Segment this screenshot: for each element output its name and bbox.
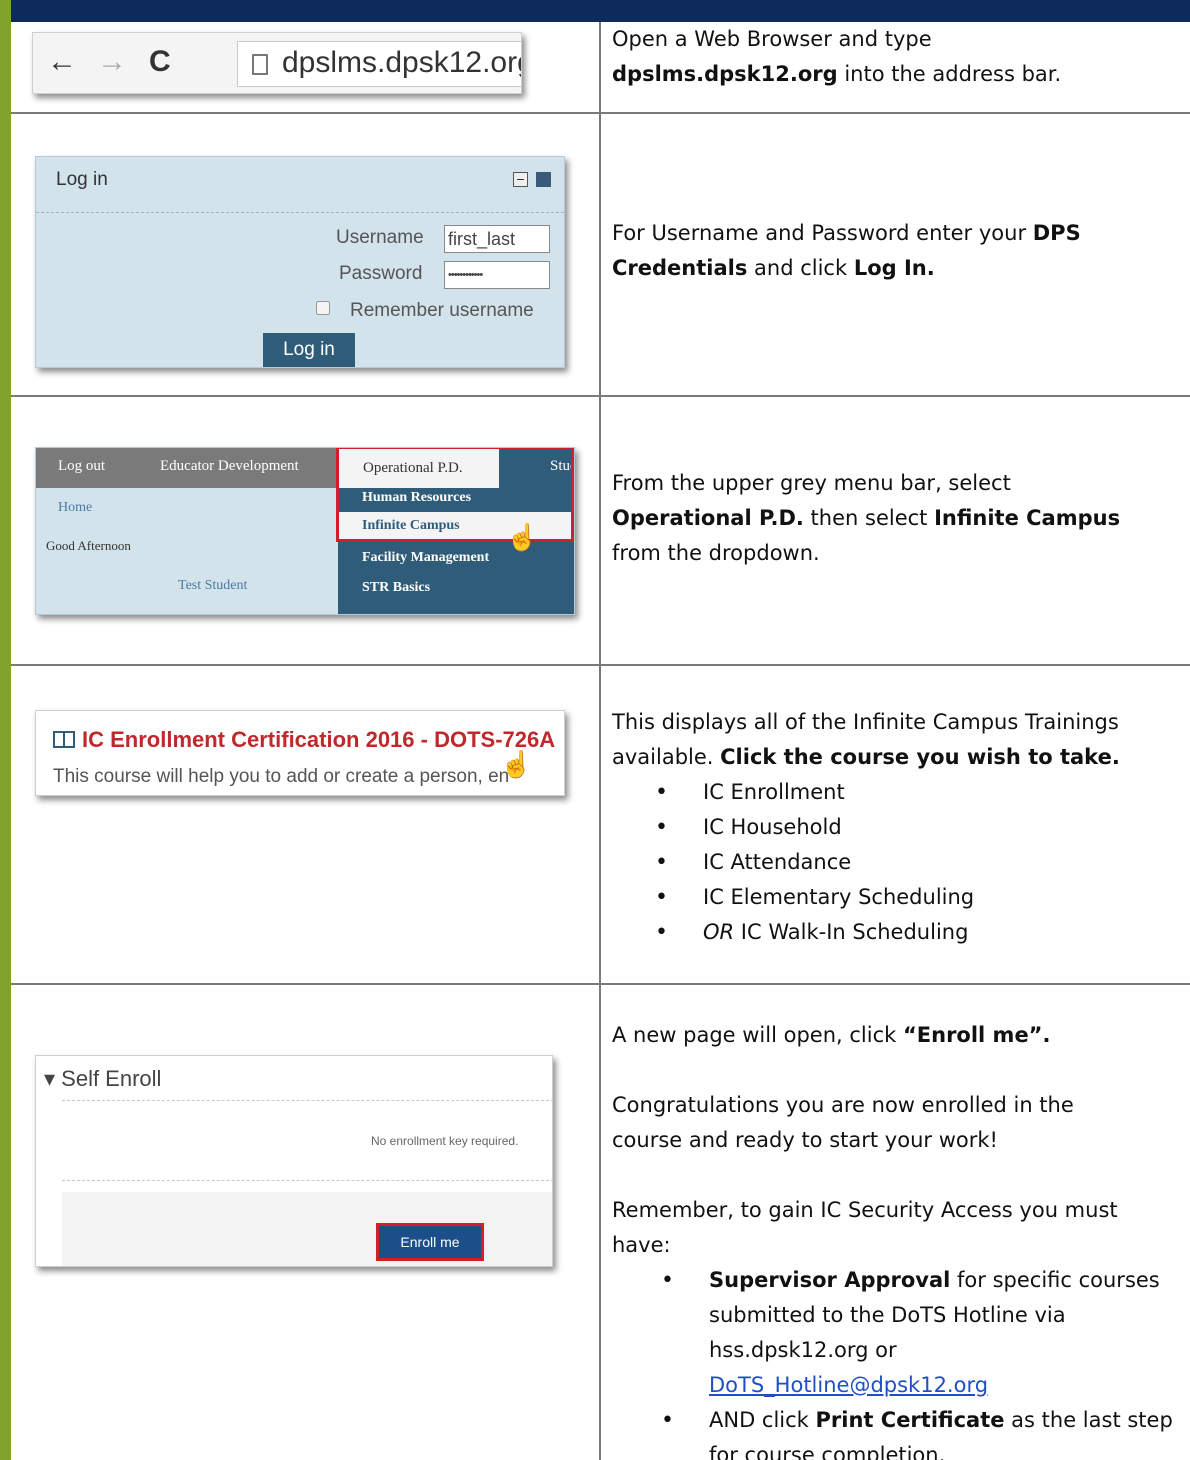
section-title-text: Self Enroll [61,1066,162,1091]
reload-icon: C [149,45,171,78]
italic-text: OR [703,920,735,944]
plain-text: available. [612,745,721,769]
plain-text: into the address bar. [837,62,1062,86]
plain-text: then select [803,506,935,530]
instruction-line: available. Click the course you wish to … [612,740,1182,775]
student-name: Test Student [178,578,248,593]
instruction-line: From the upper grey menu bar, select [612,471,1011,495]
forward-arrow-icon: → [97,45,127,78]
list-item: IC Household [655,810,1182,845]
login-header: Log in [36,157,564,213]
plain-text: and click [747,256,854,280]
minimize-icon [513,172,528,187]
remember-checkbox [316,301,330,315]
hand-cursor-icon: ☝ [500,749,533,779]
bold-text: Log In. [853,256,935,280]
menu-bar-screenshot: Log out Educator Development Operational… [35,447,575,615]
address-field: dpslms.dpsk12.org [237,41,522,87]
list-item: IC Enrollment [655,775,1182,810]
bold-text: Operational P.D. [612,506,804,530]
instruction-line: from the dropdown. [612,541,820,565]
url-text: dpslms.dpsk12.org [282,46,522,79]
plain-text: For Username and Password enter your [612,221,1033,245]
page-icon [252,54,268,75]
course-description: This course will help you to add or crea… [53,766,510,787]
row-divider [11,395,1190,397]
password-field: •••••••••••• [444,261,550,289]
left-accent-stripe [0,0,11,1460]
row2-instructions: For Username and Password enter your DPS… [612,216,1182,286]
row3-instructions: From the upper grey menu bar, select Ope… [612,466,1182,571]
remember-label: Remember username [350,300,534,321]
hand-cursor-icon: ☝ [506,522,539,552]
list-item: IC Attendance [655,845,1182,880]
requirements-list: Supervisor Approval for specific courses… [661,1263,1179,1460]
password-label: Password [339,263,423,284]
menu-item-educator-development: Educator Development [160,458,299,474]
login-title: Log in [56,169,108,190]
home-link: Home [58,500,93,515]
course-title: IC Enrollment Certification 2016 - DOTS-… [82,727,556,752]
username-field: first_last [444,225,550,253]
login-button: Log in [263,333,355,367]
self-enroll-screenshot: ▾ Self Enroll No enrollment key required… [35,1055,553,1267]
divider-line [62,1180,552,1181]
instruction-line: This displays all of the Infinite Campus… [612,710,1119,734]
list-item: AND click Print Certificate as the last … [661,1403,1179,1460]
row-divider [11,983,1190,985]
login-panel-screenshot: Log in Username first_last Password ••••… [35,156,565,368]
instruction-line: dpslms.dpsk12.org into the address bar. [612,57,1182,92]
course-list: IC Enrollment IC Household IC Attendance… [655,775,1182,950]
no-key-message: No enrollment key required. [371,1134,519,1148]
bold-text: “Enroll me”. [902,1023,1051,1047]
instruction-paragraph: Remember, to gain IC Security Access you… [612,1198,1118,1257]
plain-text: IC Walk-In Scheduling [734,920,969,944]
instruction-paragraph: A new page will open, click “Enroll me”. [612,1018,1182,1053]
bold-text: dpslms.dpsk12.org [612,62,838,86]
instruction-paragraph: For Username and Password enter your DPS… [612,216,1182,286]
list-item: OR IC Walk-In Scheduling [655,915,1182,950]
row4-instructions: This displays all of the Infinite Campus… [612,705,1182,950]
section-title: ▾ Self Enroll [44,1066,162,1091]
instruction-line: Open a Web Browser and type [612,27,932,51]
dropdown-item-facility-management: Facility Management [362,550,490,565]
row-divider [11,664,1190,666]
row-divider [11,112,1190,114]
header-band [0,0,1190,22]
row1-instructions: Open a Web Browser and type dpslms.dpsk1… [612,22,1182,92]
bold-text: Infinite Campus [934,506,1121,530]
row5-instructions: A new page will open, click “Enroll me”.… [612,1018,1182,1460]
bold-text: Supervisor Approval [709,1268,951,1292]
dock-icon [536,172,551,187]
browser-address-bar-screenshot: ← → C dpslms.dpsk12.org [32,32,522,94]
bold-text: Click the course you wish to take. [720,745,1120,769]
hotline-email-link[interactable]: DoTS_Hotline@dpsk12.org [709,1373,988,1397]
list-item: Supervisor Approval for specific courses… [661,1263,1179,1403]
greeting-text: Good Afternoon [46,538,131,553]
list-item: IC Elementary Scheduling [655,880,1182,915]
menu-item-logout: Log out [58,458,106,474]
back-arrow-icon: ← [47,45,77,78]
divider-line [62,1100,552,1101]
course-card-screenshot: IC Enrollment Certification 2016 - DOTS-… [35,710,565,796]
plain-text: AND click [709,1408,816,1432]
column-divider [599,22,601,1460]
enroll-me-button: Enroll me [376,1223,484,1261]
username-label: Username [336,227,424,248]
book-icon [53,731,75,748]
plain-text: A new page will open, click [612,1023,903,1047]
instruction-paragraph: Congratulations you are now enrolled in … [612,1093,1074,1152]
bold-text: Print Certificate [815,1408,1005,1432]
dropdown-item-str-basics: STR Basics [362,580,431,595]
instruction-line: Operational P.D. then select Infinite Ca… [612,501,1182,536]
